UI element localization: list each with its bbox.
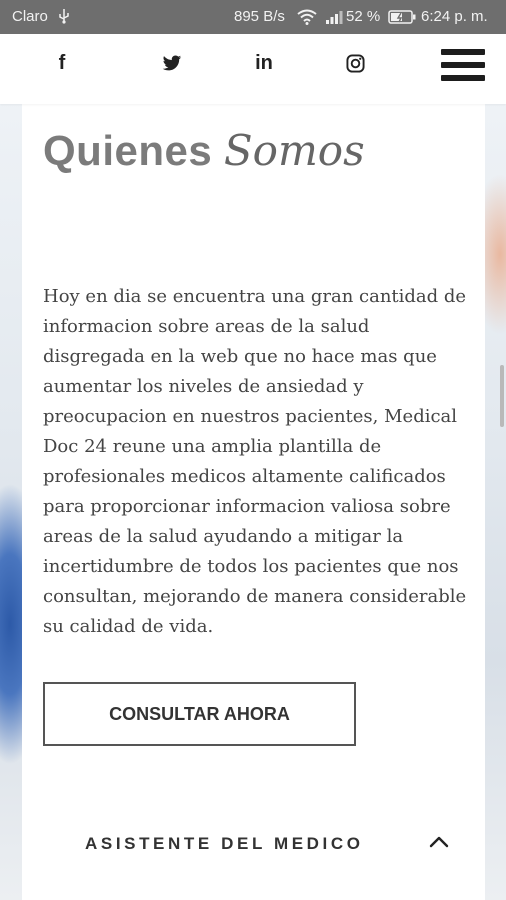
linkedin-icon[interactable]: in — [244, 48, 284, 78]
signal-icon — [325, 10, 343, 29]
net-speed: 895 B/s — [234, 8, 285, 25]
battery-icon — [388, 10, 416, 29]
battery-percent: 52 % — [346, 8, 381, 25]
menu-icon[interactable] — [441, 47, 485, 83]
facebook-icon[interactable]: f — [42, 48, 82, 78]
usb-icon — [58, 8, 70, 29]
carrier-label: Claro — [12, 8, 48, 25]
wifi-icon — [297, 9, 317, 30]
section-title: Quienes Somos — [43, 126, 365, 175]
status-bar: Claro 895 B/s 52 % 6:24 p. m. — [0, 0, 506, 34]
linkedin-glyph: in — [255, 51, 273, 74]
title-part-2: Somos — [223, 126, 365, 175]
title-part-1: Quienes — [43, 127, 213, 174]
instagram-icon[interactable] — [335, 48, 375, 78]
scrollbar-thumb[interactable] — [500, 365, 504, 427]
consult-now-button[interactable]: CONSULTAR AHORA — [43, 682, 356, 746]
twitter-icon[interactable] — [152, 48, 192, 78]
social-header: f in — [0, 34, 506, 104]
chevron-up-icon[interactable] — [427, 832, 451, 852]
facebook-glyph: f — [58, 51, 66, 74]
about-section-card: Quienes Somos Hoy en dia se encuentra un… — [22, 104, 485, 900]
about-paragraph: Hoy en dia se encuentra una gran cantida… — [43, 286, 467, 637]
clock: 6:24 p. m. — [421, 8, 488, 25]
accordion-header-label[interactable]: ASISTENTE DEL MEDICO — [85, 834, 364, 854]
